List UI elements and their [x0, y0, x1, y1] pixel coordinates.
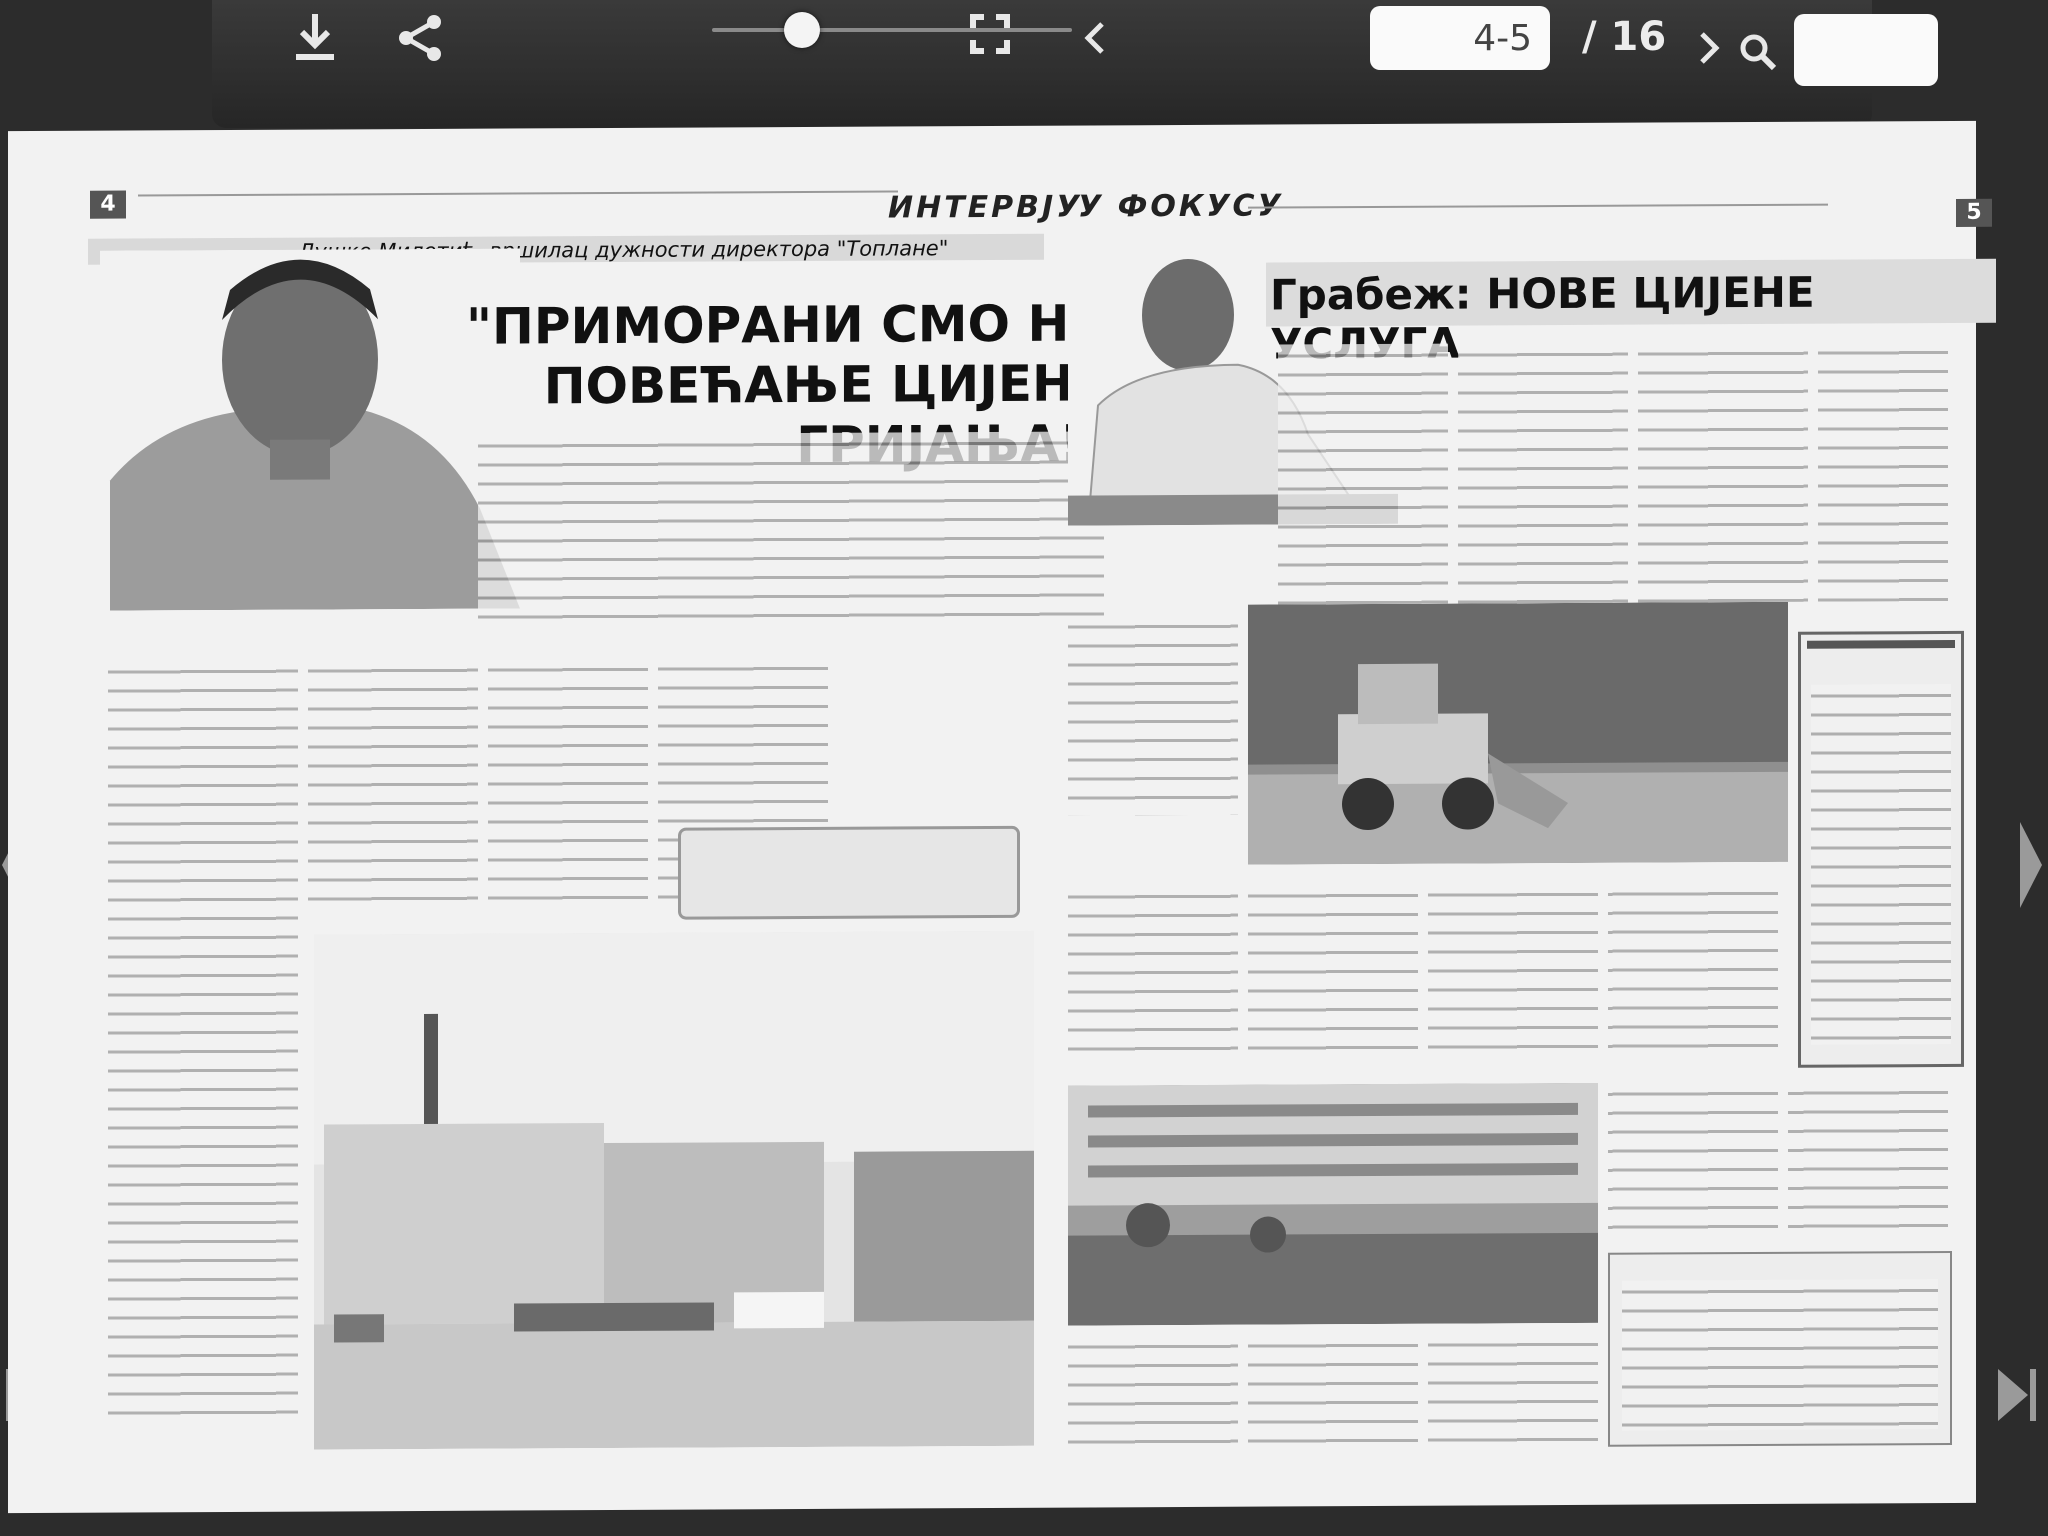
body-column	[488, 657, 648, 909]
right-page-number: 5	[1956, 198, 1992, 227]
body-column	[1278, 343, 1448, 605]
interview-headline-line1: "ПРИМОРАНИ СМО НА	[466, 294, 1108, 356]
left-header-rule	[138, 190, 898, 197]
page-number-input[interactable]	[1370, 6, 1550, 70]
body-column	[1818, 340, 1948, 602]
body-column	[1068, 884, 1238, 1056]
right-header-rule	[1248, 203, 1828, 209]
left-page-number: 4	[90, 190, 126, 219]
share-icon[interactable]	[394, 12, 446, 68]
zoom-slider-knob[interactable]	[784, 12, 820, 48]
triangle-right-icon[interactable]	[2018, 820, 2044, 927]
construction-loader-photo	[1248, 601, 1788, 865]
newspaper-pages: 4 ИНТЕРВЈУ У ФОКУСУ 5 Душко Милетић, врш…	[78, 181, 1996, 1491]
body-column	[1248, 1333, 1418, 1445]
page-total-label: / 16	[1582, 14, 1667, 60]
viewer-toolbar: / 16	[212, 0, 1938, 128]
body-column	[308, 658, 478, 910]
residential-building-photo	[1068, 1082, 1598, 1326]
body-column	[1248, 883, 1418, 1055]
search-icon[interactable]	[1738, 32, 1778, 76]
body-column	[1428, 882, 1598, 1054]
sidebar-title	[1807, 639, 1955, 649]
body-column	[1608, 881, 1778, 1053]
body-column	[108, 659, 298, 1421]
fullscreen-icon[interactable]	[970, 14, 1010, 58]
zoom-slider[interactable]	[712, 12, 1072, 48]
body-column	[1068, 1334, 1238, 1446]
magazine-spread: 4 ИНТЕРВЈУ У ФОКУСУ 5 Душко Милетић, врш…	[8, 120, 1996, 1514]
search-input[interactable]	[1794, 14, 1938, 86]
chevron-right-icon[interactable]	[1696, 30, 1722, 70]
body-column	[1068, 614, 1238, 816]
body-column	[1428, 1332, 1598, 1444]
body-column	[1788, 1080, 1948, 1242]
heating-plant-photo	[314, 930, 1034, 1450]
sidebar-text	[1811, 683, 1951, 1045]
last-page-icon[interactable]	[1996, 1360, 2038, 1442]
download-icon[interactable]	[292, 12, 338, 68]
chevron-left-icon[interactable]	[1082, 20, 1108, 60]
left-section-label: ИНТЕРВЈУ	[888, 189, 1083, 226]
body-column	[1608, 1081, 1778, 1243]
body-column	[1458, 342, 1628, 604]
lead-paragraph	[478, 431, 1104, 625]
body-column	[1638, 341, 1808, 603]
bottom-info-box	[1608, 1250, 1952, 1447]
pull-quote-box	[678, 825, 1020, 920]
info-box-text	[1622, 1279, 1938, 1431]
sidebar-box	[1798, 630, 1964, 1068]
